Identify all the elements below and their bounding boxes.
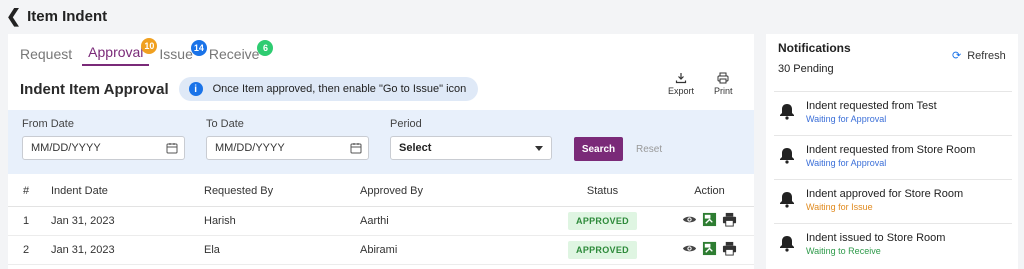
column-header: Status bbox=[540, 176, 665, 207]
notification-text: Indent requested from Store Room bbox=[806, 144, 976, 156]
tab-request[interactable]: Request bbox=[14, 46, 78, 66]
printer-icon[interactable] bbox=[722, 241, 737, 256]
tab-receive[interactable]: Receive 6 bbox=[203, 40, 274, 66]
printer-icon[interactable] bbox=[722, 212, 737, 227]
back-arrow-icon[interactable]: ❮ bbox=[6, 6, 21, 27]
info-icon: i bbox=[188, 82, 203, 96]
requested-by: Harish bbox=[204, 206, 360, 236]
tab-count-badge: 6 bbox=[257, 40, 274, 56]
bell-icon bbox=[780, 236, 794, 252]
panel-title: Indent Item Approval bbox=[20, 80, 169, 98]
to-date-input[interactable]: MM/DD/YYYY bbox=[206, 136, 369, 160]
from-date-placeholder: MM/DD/YYYY bbox=[31, 142, 101, 154]
table-row: 2 Jan 31, 2023 Ela Abirami APPROVED bbox=[8, 235, 754, 265]
chevron-down-icon bbox=[535, 146, 543, 151]
calendar-icon[interactable] bbox=[166, 142, 178, 154]
period-label: Period bbox=[390, 118, 422, 130]
status-badge: APPROVED bbox=[568, 211, 637, 230]
tab-label: Request bbox=[20, 46, 73, 62]
panel-header: Indent Item Approval i Once Item approve… bbox=[8, 68, 754, 110]
refresh-button[interactable]: ⟳ Refresh bbox=[952, 49, 1006, 63]
tab-bar: Request Approval 10 Issue 14 Receive 6 bbox=[8, 34, 274, 66]
export-label: Export bbox=[668, 86, 695, 96]
tab-issue[interactable]: Issue 14 bbox=[153, 40, 207, 66]
search-button[interactable]: Search bbox=[574, 137, 623, 161]
indent-date: Jan 31, 2023 bbox=[51, 206, 204, 236]
status-badge: APPROVED bbox=[568, 240, 637, 259]
column-header: # bbox=[8, 176, 51, 207]
pending-count: 30 Pending bbox=[778, 63, 834, 75]
download-icon bbox=[675, 73, 687, 84]
table-row: 1 Jan 31, 2023 Harish Aarthi APPROVED bbox=[8, 206, 754, 236]
page-title: Item Indent bbox=[27, 7, 108, 25]
notification-item[interactable]: Indent requested from Test Waiting for A… bbox=[774, 91, 1012, 135]
notification-status: Waiting for Approval bbox=[806, 158, 887, 168]
info-text: Once Item approved, then enable "Go to I… bbox=[212, 83, 467, 95]
calendar-icon[interactable] bbox=[350, 142, 362, 154]
notification-status: Waiting to Receive bbox=[806, 246, 881, 256]
tab-label: Issue bbox=[159, 46, 193, 62]
column-header: Requested By bbox=[204, 176, 360, 207]
period-selected-value: Select bbox=[399, 142, 432, 154]
notification-status: Waiting for Approval bbox=[806, 114, 887, 124]
from-date-input[interactable]: MM/DD/YYYY bbox=[22, 136, 185, 160]
from-date-label: From Date bbox=[22, 118, 74, 130]
go-to-issue-icon[interactable] bbox=[702, 241, 717, 256]
indent-date: Jan 31, 2023 bbox=[51, 235, 204, 265]
requested-by: Ela bbox=[204, 235, 360, 265]
tab-label: Receive bbox=[208, 46, 260, 62]
notification-text: Indent issued to Store Room bbox=[806, 232, 946, 244]
notification-item[interactable]: Indent issued to Store Room Waiting to R… bbox=[774, 223, 1012, 267]
bell-icon bbox=[780, 148, 794, 164]
main-panel: Request Approval 10 Issue 14 Receive 6 Inde… bbox=[8, 34, 754, 269]
refresh-icon: ⟳ bbox=[952, 50, 962, 62]
notification-text: Indent approved for Store Room bbox=[806, 188, 964, 200]
bell-icon bbox=[780, 192, 794, 208]
tab-approval[interactable]: Approval 10 bbox=[82, 38, 158, 66]
notification-status: Waiting for Issue bbox=[806, 202, 873, 212]
bell-icon bbox=[780, 104, 794, 120]
view-eye-icon[interactable] bbox=[682, 212, 697, 227]
refresh-label: Refresh bbox=[967, 49, 1006, 62]
period-select[interactable]: Select bbox=[390, 136, 552, 160]
column-header: Action bbox=[665, 176, 754, 207]
to-date-label: To Date bbox=[206, 118, 244, 130]
row-number: 1 bbox=[8, 206, 51, 236]
view-eye-icon[interactable] bbox=[682, 241, 697, 256]
notifications-panel: Notifications 30 Pending ⟳ Refresh Inden… bbox=[766, 34, 1018, 269]
tab-label: Approval bbox=[88, 44, 144, 60]
column-header: Approved By bbox=[360, 176, 540, 207]
go-to-issue-icon[interactable] bbox=[702, 212, 717, 227]
approved-by: Aarthi bbox=[360, 206, 540, 236]
info-banner: i Once Item approved, then enable "Go to… bbox=[178, 77, 479, 101]
approval-table: # Indent Date Requested By Approved By S… bbox=[8, 176, 754, 265]
top-bar: ❮ Item Indent bbox=[0, 0, 1024, 32]
print-button[interactable]: Print bbox=[714, 72, 733, 96]
row-number: 2 bbox=[8, 235, 51, 265]
reset-button[interactable]: Reset bbox=[636, 137, 662, 161]
notifications-title: Notifications bbox=[778, 41, 851, 55]
notification-item[interactable]: Indent approved for Store Room Waiting f… bbox=[774, 179, 1012, 223]
column-header: Indent Date bbox=[51, 176, 204, 207]
to-date-placeholder: MM/DD/YYYY bbox=[215, 142, 285, 154]
notification-item[interactable]: Indent requested from Store Room Waiting… bbox=[774, 135, 1012, 179]
printer-icon bbox=[717, 72, 729, 84]
print-label: Print bbox=[714, 86, 733, 96]
notification-text: Indent requested from Test bbox=[806, 100, 937, 112]
export-button[interactable]: Export bbox=[668, 72, 694, 96]
approved-by: Abirami bbox=[360, 235, 540, 265]
table-header-row: # Indent Date Requested By Approved By S… bbox=[8, 176, 754, 207]
